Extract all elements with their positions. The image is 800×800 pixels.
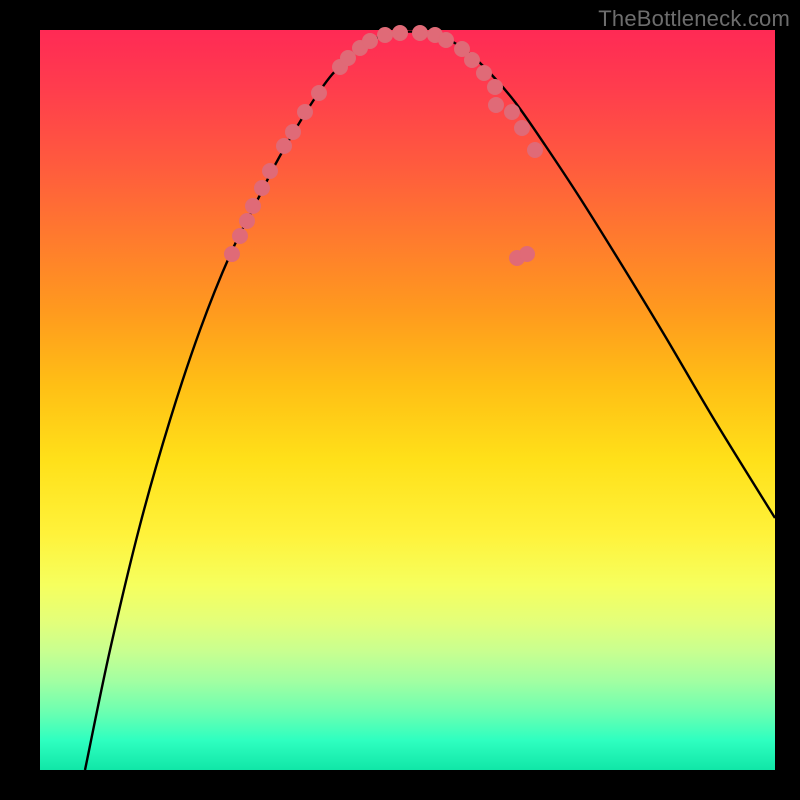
scatter-dot bbox=[393, 26, 408, 41]
scatter-dot bbox=[528, 143, 543, 158]
scatter-dot bbox=[246, 199, 261, 214]
plot-area bbox=[40, 30, 775, 770]
scatter-dot bbox=[225, 247, 240, 262]
scatter-dot bbox=[439, 33, 454, 48]
chart-frame: TheBottleneck.com bbox=[0, 0, 800, 800]
scatter-dot bbox=[413, 26, 428, 41]
scatter-dot bbox=[488, 80, 503, 95]
scatter-dot bbox=[505, 105, 520, 120]
scatter-dot bbox=[312, 86, 327, 101]
scatter-dot bbox=[378, 28, 393, 43]
scatter-dot bbox=[277, 139, 292, 154]
scatter-dot bbox=[363, 34, 378, 49]
scatter-dot bbox=[298, 105, 313, 120]
scatter-dot bbox=[477, 66, 492, 81]
scatter-dot bbox=[255, 181, 270, 196]
scatter-dot bbox=[465, 53, 480, 68]
scatter-dot bbox=[489, 98, 504, 113]
curve-svg bbox=[40, 30, 775, 770]
watermark-text: TheBottleneck.com bbox=[598, 6, 790, 32]
scatter-dot bbox=[233, 229, 248, 244]
scatter-dot bbox=[515, 121, 530, 136]
bottleneck-curve-path bbox=[85, 32, 775, 770]
scatter-dots-group bbox=[225, 26, 543, 266]
scatter-dot bbox=[520, 247, 535, 262]
scatter-dot bbox=[263, 164, 278, 179]
scatter-dot bbox=[286, 125, 301, 140]
scatter-dot bbox=[341, 51, 356, 66]
scatter-dot bbox=[240, 214, 255, 229]
